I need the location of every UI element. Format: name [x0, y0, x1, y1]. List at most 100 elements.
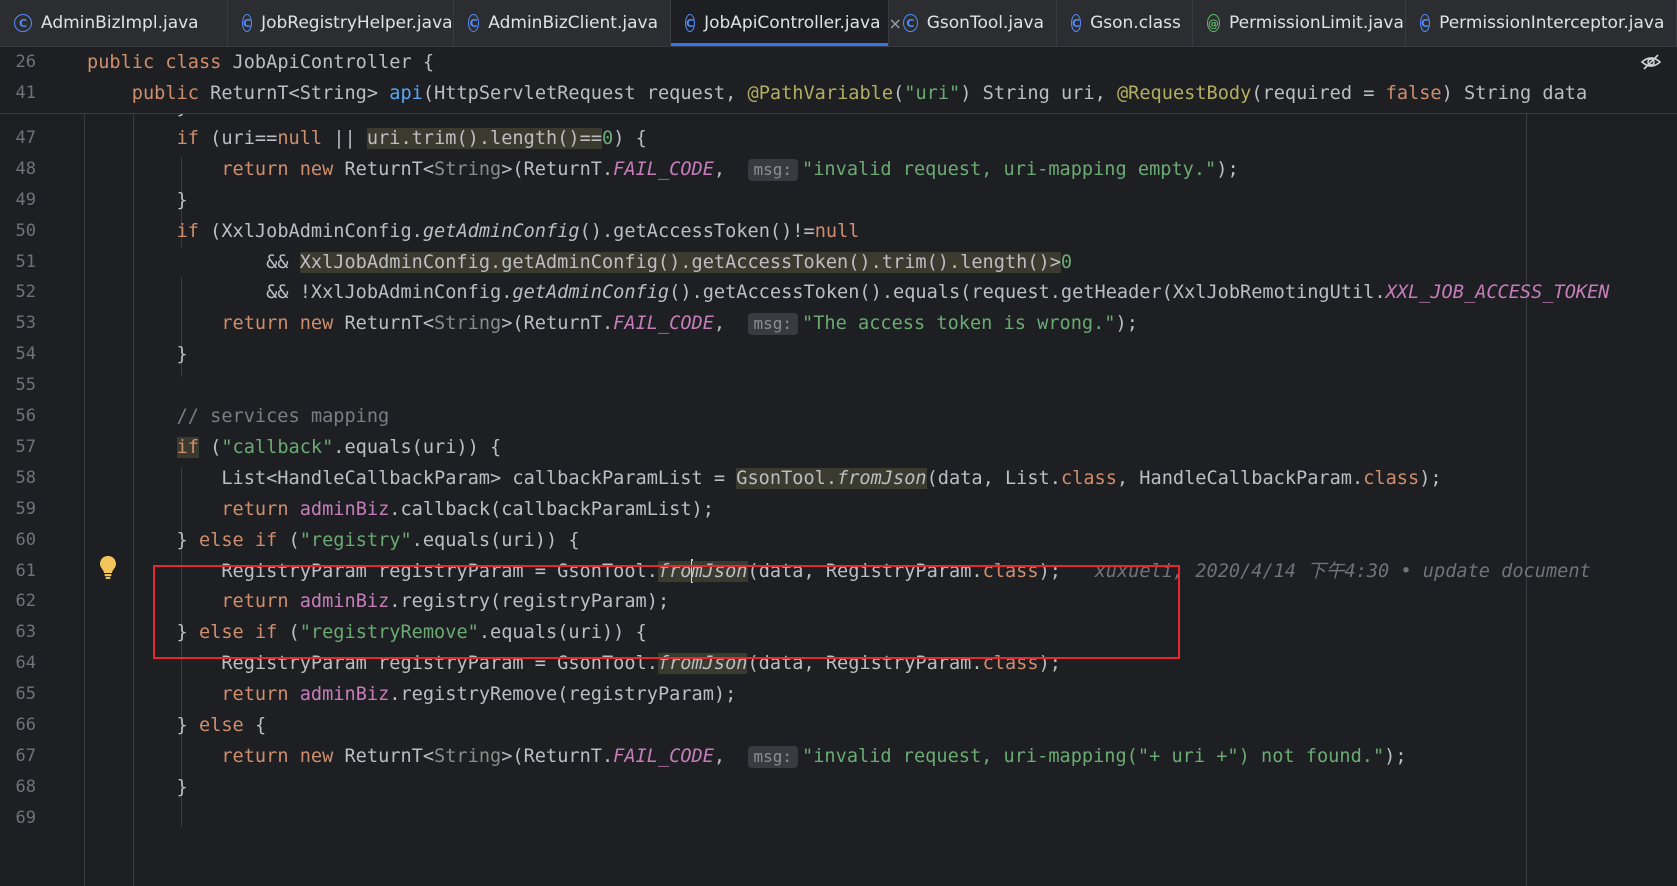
line-number: 64: [15, 653, 36, 674]
code-token: }: [87, 189, 188, 211]
code-token: List<HandleCallbackParam> callbackParamL…: [87, 467, 737, 489]
code-line[interactable]: 47 if (uri==null || uri.trim().length()=…: [0, 122, 1677, 155]
code-token: }: [87, 529, 199, 551]
code-token: @RequestBody: [1116, 83, 1252, 104]
line-number: 47: [15, 127, 36, 148]
code-token: adminBiz: [299, 498, 390, 520]
java-class-icon: C: [1071, 14, 1082, 32]
code-token: if: [176, 127, 211, 149]
tab-adminbizclient-java[interactable]: C AdminBizClient.java: [454, 0, 671, 46]
code-token: String: [434, 745, 502, 767]
code-line[interactable]: 54 }: [0, 338, 1677, 371]
code-text: return new ReturnT<String>(ReturnT.FAIL_…: [87, 307, 1138, 340]
code-text: && XxlJobAdminConfig.getAdminConfig().ge…: [87, 246, 1072, 279]
tab-adminbizimpl-java[interactable]: C AdminBizImpl.java: [0, 0, 228, 46]
code-token: // services mapping: [176, 406, 390, 427]
editor-tabs: C AdminBizImpl.java C JobRegistryHelper.jav…: [0, 0, 1677, 47]
code-line[interactable]: 52 && !XxlJobAdminConfig.getAdminConfig(…: [0, 276, 1677, 309]
code-line[interactable]: 66 } else {: [0, 709, 1677, 742]
highlight-selection-box: [153, 565, 1180, 659]
code-line[interactable]: 57 if ("callback".equals(uri)) {: [0, 431, 1677, 464]
tab-permissioninterceptor-java[interactable]: C PermissionInterceptor.java: [1406, 0, 1677, 46]
java-class-icon: C: [1420, 14, 1431, 32]
code-token: 0: [602, 127, 614, 149]
tab-permissionlimit-java[interactable]: @ PermissionLimit.java: [1193, 0, 1406, 46]
code-token: ) String uri,: [960, 83, 1117, 104]
code-token: {: [254, 715, 267, 736]
tab-jobregistryhelper-java[interactable]: C JobRegistryHelper.java: [228, 0, 454, 46]
code-line[interactable]: 68 }: [0, 771, 1677, 804]
line-number: 54: [15, 344, 36, 365]
code-line[interactable]: 58 List<HandleCallbackParam> callbackPar…: [0, 462, 1677, 495]
code-token: return: [221, 498, 300, 520]
code-token: ) String data: [1441, 83, 1588, 104]
code-token: "callback": [221, 436, 334, 458]
code-token: .callback(callbackParamList);: [389, 498, 714, 520]
tab-jobapicontroller-java[interactable]: C JobApiController.java ×: [671, 0, 902, 46]
tab-gson-class[interactable]: C Gson.class: [1057, 0, 1193, 46]
code-line[interactable]: 53 return new ReturnT<String>(ReturnT.FA…: [0, 307, 1677, 340]
code-token: );: [1419, 467, 1442, 489]
code-token: .registryRemove(registryParam);: [389, 684, 737, 706]
sticky-line[interactable]: 41 public ReturnT<String> api(HttpServle…: [0, 78, 1677, 109]
code-editor[interactable]: 26 public class JobApiController {41 publ…: [0, 47, 1677, 886]
code-line[interactable]: 55: [0, 369, 1677, 402]
reader-mode-icon[interactable]: [1640, 53, 1662, 71]
tab-gsontool-java[interactable]: C GsonTool.java: [889, 0, 1057, 46]
code-line[interactable]: 67 return new ReturnT<String>(ReturnT.FA…: [0, 740, 1677, 773]
java-class-icon: C: [242, 14, 253, 32]
code-line[interactable]: 50 if (XxlJobAdminConfig.getAdminConfig(…: [0, 215, 1677, 248]
code-token: );: [1216, 158, 1239, 180]
code-token: api: [389, 83, 423, 104]
code-token: public: [131, 83, 211, 104]
line-number: 66: [15, 715, 36, 735]
code-token: getAdminConfig: [512, 282, 670, 304]
line-number: 62: [15, 591, 36, 612]
code-token: XXL_JOB_ACCESS_TOKEN: [1385, 282, 1610, 304]
tab-label: AdminBizClient.java: [488, 13, 658, 33]
code-token: && !XxlJobAdminConfig.: [87, 282, 513, 304]
code-token: uri.trim().length()==: [366, 127, 602, 149]
code-token: );: [1384, 745, 1407, 767]
code-line[interactable]: 56 // services mapping: [0, 400, 1677, 433]
code-token: ReturnT<: [344, 158, 435, 180]
code-token: (data, List.: [926, 467, 1061, 489]
code-line[interactable]: 48 return new ReturnT<String>(ReturnT.FA…: [0, 153, 1677, 186]
code-token: if: [176, 220, 211, 242]
code-line[interactable]: 49 }: [0, 184, 1677, 217]
code-text: public ReturnT<String> api(HttpServletRe…: [87, 78, 1587, 109]
java-class-icon: C: [685, 14, 696, 32]
code-token: public: [87, 52, 166, 73]
sticky-scroll-header[interactable]: 26 public class JobApiController {41 publ…: [0, 47, 1677, 114]
code-token: return: [221, 684, 300, 706]
code-token: else if: [198, 529, 289, 551]
lightbulb-icon[interactable]: [97, 554, 119, 580]
code-line[interactable]: 65 return adminBiz.registryRemove(regist…: [0, 678, 1677, 711]
sticky-line[interactable]: 26 public class JobApiController {: [0, 47, 1677, 78]
code-line[interactable]: 59 return adminBiz.callback(callbackPara…: [0, 493, 1677, 526]
code-token: .equals(uri)) {: [411, 529, 580, 551]
code-token: ().getAccessToken().equals(request.getHe…: [669, 282, 1386, 304]
code-text: if (XxlJobAdminConfig.getAdminConfig().g…: [87, 215, 860, 248]
line-number: 58: [15, 467, 36, 488]
tab-label: AdminBizImpl.java: [41, 13, 199, 33]
line-number: 67: [15, 745, 36, 766]
code-text: // services mapping: [87, 400, 390, 433]
ide-window: C AdminBizImpl.java C JobRegistryHelper.jav…: [0, 0, 1677, 886]
code-line[interactable]: 69: [0, 802, 1677, 835]
code-token: class: [1363, 467, 1420, 489]
code-text: }: [87, 771, 188, 804]
code-token: adminBiz: [299, 684, 390, 706]
code-line[interactable]: 51 && XxlJobAdminConfig.getAdminConfig()…: [0, 246, 1677, 279]
line-number: 60: [15, 529, 36, 550]
code-line[interactable]: 60 } else if ("registry".equals(uri)) {: [0, 524, 1677, 557]
code-token: null: [814, 220, 860, 242]
code-text: return new ReturnT<String>(ReturnT.FAIL_…: [87, 740, 1407, 773]
code-text: return new ReturnT<String>(ReturnT.FAIL_…: [87, 153, 1239, 186]
